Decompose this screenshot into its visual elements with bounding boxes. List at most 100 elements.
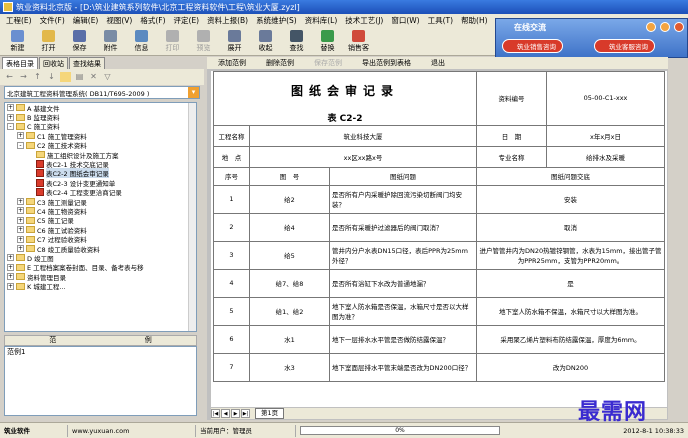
- example-toolbar-button[interactable]: 退出: [428, 58, 448, 68]
- left-tab[interactable]: 表格目录: [2, 57, 38, 69]
- menu-item[interactable]: 窗口(W): [387, 15, 423, 26]
- tree-item[interactable]: + C5 施工记录: [5, 216, 196, 225]
- row-drawing[interactable]: 给4: [249, 212, 330, 242]
- row-answer[interactable]: 进户管管井内为DN20热镀锌钢管，水表为15mm，接出管子管为PPR25mm，支…: [476, 240, 665, 270]
- website-url[interactable]: www.yuxuan.com: [68, 424, 196, 437]
- menu-item[interactable]: 资料上报(B): [203, 15, 252, 26]
- toolbar-button-collapse[interactable]: 收起: [250, 27, 281, 55]
- row-drawing[interactable]: 给5: [249, 240, 330, 270]
- copy-icon[interactable]: ▤: [74, 72, 85, 82]
- expand-icon[interactable]: +: [7, 113, 14, 121]
- tree-item[interactable]: + B 监理资料: [5, 112, 196, 122]
- tree-item[interactable]: 表C2-4 工程变更洽商记录: [5, 188, 196, 197]
- date-value[interactable]: x年x月x日: [546, 124, 665, 147]
- menu-item[interactable]: 工程(E): [2, 15, 36, 26]
- expand-icon[interactable]: +: [17, 207, 24, 215]
- menu-item[interactable]: 资料库(L): [301, 15, 342, 26]
- toolbar-button-save[interactable]: 保存: [64, 27, 95, 55]
- expand-icon[interactable]: +: [17, 226, 24, 234]
- toolbar-button-print[interactable]: 打印: [157, 27, 188, 55]
- tree-item[interactable]: + K 城建工程...: [5, 281, 196, 291]
- row-answer[interactable]: 地下室人防水箱不保温，水箱尺寸以大样图为准。: [476, 296, 665, 326]
- menu-item[interactable]: 帮助(H): [457, 15, 492, 26]
- forward-icon[interactable]: →: [18, 72, 29, 82]
- left-tab[interactable]: 查找结果: [69, 57, 105, 69]
- collapse-icon[interactable]: -: [17, 141, 24, 149]
- expand-icon[interactable]: +: [7, 254, 14, 262]
- next-sheet-icon[interactable]: ▶: [231, 409, 240, 418]
- list-item[interactable]: 范例1: [7, 347, 196, 357]
- first-sheet-icon[interactable]: |◀: [211, 409, 220, 418]
- toolbar-button-find[interactable]: 查找: [281, 27, 312, 55]
- doc-no-value[interactable]: 05-00-C1-xxx: [546, 71, 665, 126]
- row-drawing[interactable]: 给2: [249, 184, 330, 214]
- down-icon[interactable]: ↓: [46, 72, 57, 82]
- menu-item[interactable]: 工具(T): [424, 15, 457, 26]
- filter-icon[interactable]: ▽: [102, 72, 113, 82]
- toolbar-button-attach[interactable]: 附件: [95, 27, 126, 55]
- menu-item[interactable]: 系统维护(S): [252, 15, 301, 26]
- tree-item[interactable]: -C 施工资料: [5, 122, 196, 131]
- row-answer[interactable]: 取消: [476, 212, 665, 242]
- expand-icon[interactable]: +: [7, 263, 14, 271]
- menu-item[interactable]: 编辑(E): [69, 15, 103, 26]
- close-icon[interactable]: [674, 22, 684, 32]
- tree-item[interactable]: + 资料管理目录: [5, 272, 196, 282]
- expand-icon[interactable]: +: [17, 235, 24, 243]
- project-value[interactable]: 筑业科技大厦: [249, 124, 477, 147]
- expand-icon[interactable]: +: [7, 104, 14, 112]
- back-icon[interactable]: ←: [4, 72, 15, 82]
- example-toolbar-button[interactable]: 添加范例: [215, 58, 249, 68]
- menu-item[interactable]: 评定(E): [170, 15, 204, 26]
- maximize-icon[interactable]: [660, 22, 670, 32]
- menu-item[interactable]: 视图(V): [102, 15, 136, 26]
- tree-item[interactable]: 施工组织设计及施工方案: [5, 150, 196, 160]
- location-value[interactable]: xx区xx路x号: [249, 145, 477, 168]
- toolbar-button-sales[interactable]: 销售客: [343, 27, 374, 55]
- tree-item[interactable]: + A 基建文件: [5, 103, 196, 113]
- toolbar-button-preview[interactable]: 预览: [188, 27, 219, 55]
- tree-item[interactable]: + E 工程档案案卷封面、目录、备考表与移: [5, 263, 196, 272]
- row-drawing[interactable]: 给7、给8: [249, 268, 330, 298]
- tree-item[interactable]: + C6 施工试验资料: [5, 225, 196, 235]
- row-answer[interactable]: 改为DN200: [476, 352, 665, 382]
- menu-item[interactable]: 技术工艺(J): [341, 15, 387, 26]
- toolbar-button-info[interactable]: 信息: [126, 27, 157, 55]
- tree-item[interactable]: + C7 过程验收资料: [5, 234, 196, 244]
- tree-item[interactable]: + C3 施工测量记录: [5, 197, 196, 207]
- service-consult-button[interactable]: 筑业客服咨询: [594, 39, 655, 53]
- example-toolbar-button[interactable]: 保存范例: [311, 58, 345, 68]
- expand-icon[interactable]: +: [17, 245, 24, 253]
- expand-icon[interactable]: +: [7, 282, 14, 290]
- tree-scrollbar[interactable]: [188, 103, 196, 331]
- row-drawing[interactable]: 水3: [249, 352, 330, 382]
- row-issue[interactable]: 地下室面层排水平管末端是否改为DN200口径？: [329, 352, 477, 382]
- row-issue[interactable]: 地下一层排水水平管是否做防结露保温？: [329, 324, 477, 354]
- title-bar[interactable]: 筑业资料北京版 - [D:\筑业建筑系列软件\北京工程资料软件\工程\筑业大厦.…: [0, 0, 688, 14]
- tree-item[interactable]: 表C2-3 设计变更通知单: [5, 178, 196, 188]
- expand-icon[interactable]: +: [17, 198, 24, 206]
- toolbar-button-open[interactable]: 打开: [33, 27, 64, 55]
- menu-item[interactable]: 文件(F): [36, 15, 69, 26]
- tree-item[interactable]: + D 竣工图: [5, 253, 196, 263]
- row-answer[interactable]: 安装: [476, 184, 665, 214]
- row-issue[interactable]: 是否所有浴缸下水改为普通地漏？: [329, 268, 477, 298]
- menu-item[interactable]: 格式(F): [136, 15, 169, 26]
- row-answer[interactable]: 是: [476, 268, 665, 298]
- row-issue[interactable]: 地下室人防水箱是否保温，水箱尺寸是否以大样图为准？: [329, 296, 477, 326]
- expand-icon[interactable]: +: [17, 132, 24, 140]
- row-issue[interactable]: 是否所有采暖护过滤器后的阀门取消？: [329, 212, 477, 242]
- expand-icon[interactable]: +: [17, 216, 24, 224]
- last-sheet-icon[interactable]: ▶|: [241, 409, 250, 418]
- tree-item[interactable]: + C8 竣工质量验收资料: [5, 244, 196, 254]
- up-icon[interactable]: ↑: [32, 72, 43, 82]
- example-toolbar-button[interactable]: 删除范例: [263, 58, 297, 68]
- standard-selector[interactable]: 北京建筑工程资料管理系统( DB11/T695-2009 ) ▾: [4, 86, 200, 99]
- collapse-icon[interactable]: -: [7, 122, 14, 130]
- row-answer[interactable]: 采用聚乙烯片塑料布防结露保温，厚度为6mm。: [476, 324, 665, 354]
- toolbar-button-replace[interactable]: 替换: [312, 27, 343, 55]
- left-tab[interactable]: 回收站: [39, 57, 68, 69]
- toolbar-button-new[interactable]: 新建: [2, 27, 33, 55]
- tree-item[interactable]: + C1 施工管理资料: [5, 131, 196, 141]
- toolbar-button-expand[interactable]: 展开: [219, 27, 250, 55]
